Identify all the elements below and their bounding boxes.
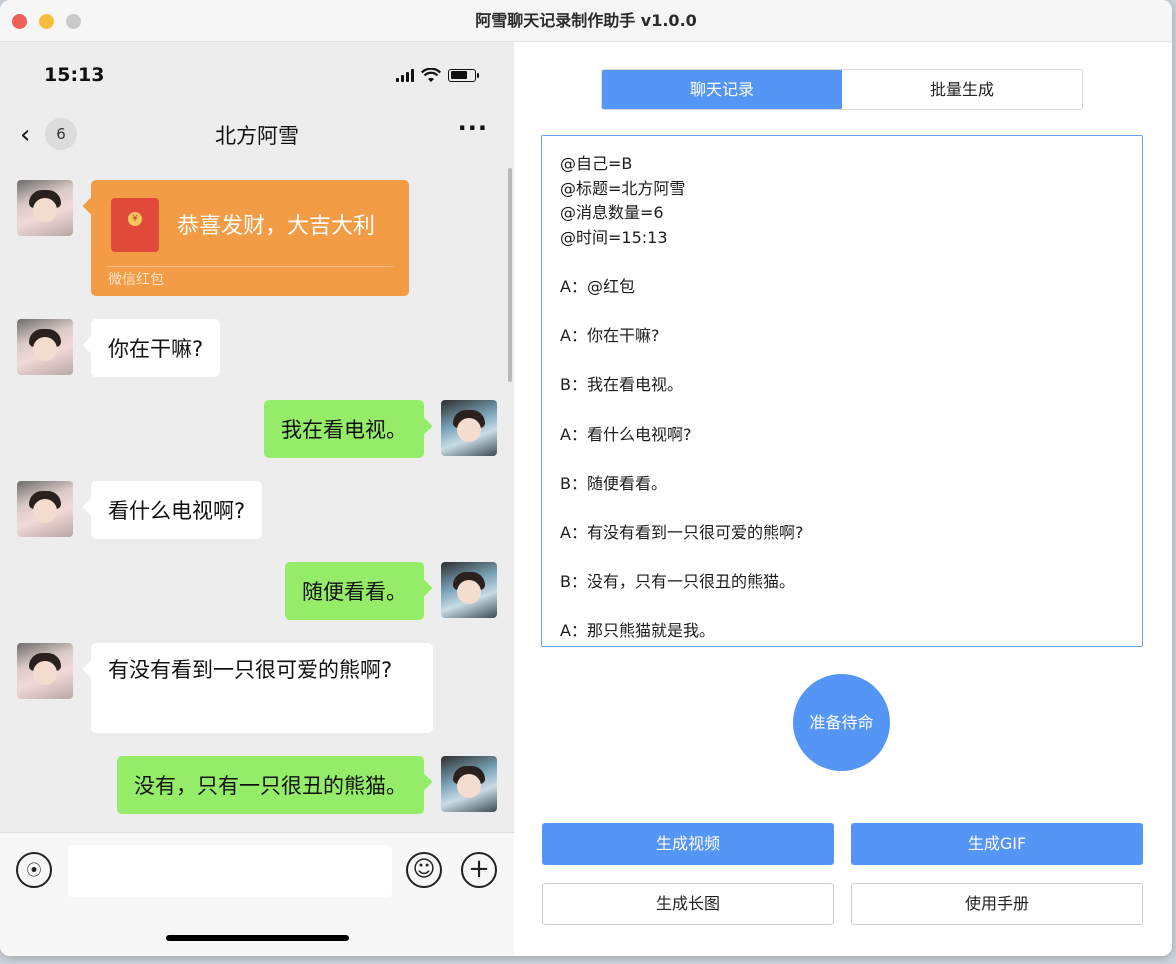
chat-nav-bar: ‹ 6 北方阿雪 ··· [0,114,514,162]
message-bubble: 有没有看到一只很可爱的熊啊? [91,643,433,733]
status-icons [396,67,479,83]
title-bar: 阿雪聊天记录制作助手 v1.0.0 [0,0,1172,42]
message-list: ¥ 恭喜发财，大吉大利 微信红包 你在干嘛? 我在看电视。 看什么电视啊? 随便… [0,162,514,832]
emoji-icon[interactable]: ☺ [406,852,442,888]
red-packet-label: 微信红包 [108,272,164,288]
chat-title: 北方阿雪 [215,124,299,148]
close-window-button[interactable] [12,14,27,29]
avatar [17,643,73,699]
minimize-window-button[interactable] [39,14,54,29]
plus-icon[interactable]: + [461,852,497,888]
window-title: 阿雪聊天记录制作助手 v1.0.0 [475,11,697,30]
red-packet-message[interactable]: ¥ 恭喜发财，大吉大利 微信红包 [91,180,409,296]
battery-icon [448,68,479,82]
message-bubble: 没有，只有一只很丑的熊猫。 [117,756,424,814]
avatar [17,319,73,375]
status-indicator: 准备待命 [793,674,890,771]
avatar [17,481,73,537]
tab-bar: 聊天记录 批量生成 [601,69,1083,110]
chat-input-bar: ⦿ ☺ + [0,832,514,956]
message-bubble: 看什么电视啊? [91,481,263,539]
script-editor[interactable]: @自己=B @标题=北方阿雪 @消息数量=6 @时间=15:13 A：@红包 A… [541,135,1143,647]
red-packet-icon: ¥ [111,198,159,252]
avatar [441,400,497,456]
control-panel: 聊天记录 批量生成 @自己=B @标题=北方阿雪 @消息数量=6 @时间=15:… [514,42,1172,956]
voice-icon[interactable]: ⦿ [16,852,52,888]
tab-chat-record[interactable]: 聊天记录 [602,70,842,109]
status-time: 15:13 [44,64,105,86]
app-window: 阿雪聊天记录制作助手 v1.0.0 15:13 ‹ 6 北方阿雪 ··· ¥ 恭… [0,0,1172,956]
message-input[interactable] [68,845,392,897]
phone-preview: 15:13 ‹ 6 北方阿雪 ··· ¥ 恭喜发财，大吉大利 微信红包 你在干嘛… [0,42,514,956]
signal-icon [396,68,414,82]
manual-button[interactable]: 使用手册 [851,883,1143,925]
generate-long-image-button[interactable]: 生成长图 [542,883,834,925]
avatar [441,756,497,812]
avatar [17,180,73,236]
generate-video-button[interactable]: 生成视频 [542,823,834,865]
wifi-icon [421,67,441,82]
red-packet-greeting: 恭喜发财，大吉大利 [177,214,376,239]
scrollbar[interactable] [508,168,512,382]
generate-gif-button[interactable]: 生成GIF [851,823,1143,865]
message-bubble: 随便看看。 [285,562,424,620]
tab-batch-generate[interactable]: 批量生成 [842,70,1082,109]
message-bubble: 我在看电视。 [264,400,424,458]
home-indicator [166,935,349,941]
maximize-window-button[interactable] [66,14,81,29]
avatar [441,562,497,618]
more-icon[interactable]: ··· [458,114,488,142]
message-bubble: 你在干嘛? [91,319,221,377]
